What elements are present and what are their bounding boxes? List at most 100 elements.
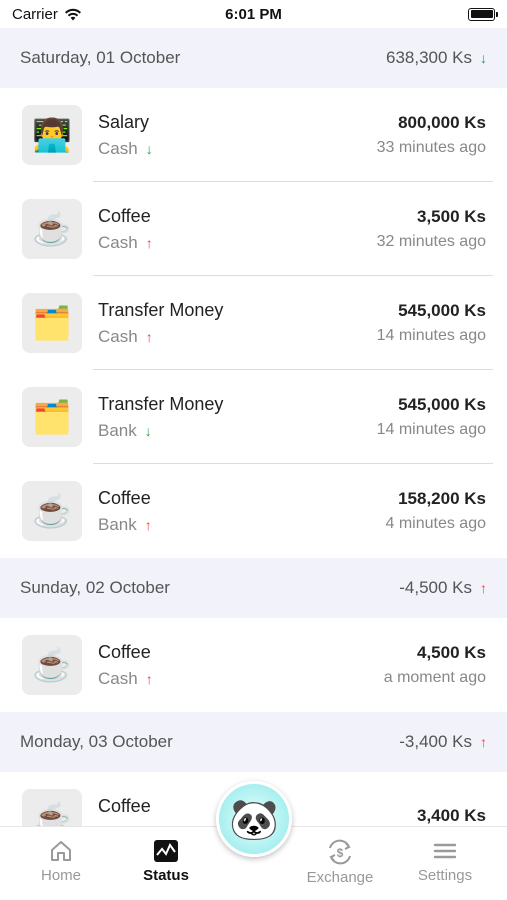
transaction-account: Cash ↑ <box>98 327 377 347</box>
tab-settings-label: Settings <box>417 867 473 884</box>
category-icon: ☕ <box>22 789 82 826</box>
category-icon: ☕ <box>22 635 82 695</box>
transaction-info: Transfer Money Cash ↑ <box>98 300 377 347</box>
transaction-info: Coffee Cash ↑ <box>98 642 384 689</box>
wifi-icon <box>64 8 81 20</box>
section-date: Monday, 03 October <box>20 732 173 751</box>
tab-settings[interactable]: Settings <box>395 839 495 884</box>
transaction-amount: 3,400 Ks <box>417 806 486 825</box>
tab-exchange[interactable]: $ Exchange <box>290 839 390 886</box>
chart-icon <box>154 840 178 862</box>
transaction-info: Coffee Bank ↑ <box>98 488 385 535</box>
category-icon: ☕ <box>22 199 82 259</box>
transaction-row[interactable]: 👨‍💻 Salary Cash ↓ 800,000 Ks 33 minutes ago <box>0 88 507 182</box>
transaction-row[interactable]: ☕ Coffee Cash ↑ 3,500 Ks 32 minutes ago <box>0 182 507 276</box>
section-total: -3,400 Ks ↑ <box>399 732 487 752</box>
arrow-up-icon: ↑ <box>145 670 153 687</box>
arrow-up-icon: ↑ <box>480 734 487 750</box>
carrier-group: Carrier <box>12 6 82 23</box>
transaction-time: a moment ago <box>383 669 486 686</box>
transaction-account: Bank ↓ <box>98 421 377 441</box>
transaction-title: Transfer Money <box>98 299 224 320</box>
section-total-amount: -3,400 Ks <box>399 732 472 751</box>
section-total-amount: 638,300 Ks <box>385 48 472 67</box>
transaction-amount: 545,000 Ks <box>398 301 486 320</box>
transaction-time: 14 minutes ago <box>376 327 486 344</box>
section-total: -4,500 Ks ↑ <box>399 578 487 598</box>
transaction-amount: 3,500 Ks <box>417 207 486 226</box>
transaction-meta: 158,200 Ks 4 minutes ago <box>385 489 486 533</box>
transaction-time: 32 minutes ago <box>376 233 486 250</box>
transaction-account: Cash ↓ <box>98 139 377 159</box>
transaction-title: Coffee <box>98 487 151 508</box>
home-icon <box>51 841 71 861</box>
exchange-icon: $ <box>329 839 351 865</box>
account-label: Bank <box>98 514 137 534</box>
transaction-meta: 3,500 Ks 32 minutes ago <box>377 207 486 251</box>
transaction-meta: 4,500 Ks a moment ago <box>384 643 486 687</box>
arrow-down-icon: ↓ <box>145 140 153 157</box>
account-label: Cash <box>98 232 138 252</box>
transaction-account: Cash ↑ <box>98 669 384 689</box>
transaction-title: Salary <box>98 111 150 132</box>
transaction-info: Coffee Cash ↑ <box>98 206 377 253</box>
transaction-time: 33 minutes ago <box>376 139 486 156</box>
transaction-info: Salary Cash ↓ <box>98 112 377 159</box>
section-header: Saturday, 01 October 638,300 Ks ↓ <box>0 28 507 88</box>
transaction-title: Coffee <box>98 641 151 662</box>
arrow-down-icon: ↓ <box>480 50 487 66</box>
arrow-up-icon: ↑ <box>145 234 153 251</box>
transaction-list[interactable]: Saturday, 01 October 638,300 Ks ↓ 👨‍💻 Salary… <box>0 28 507 826</box>
transaction-amount: 158,200 Ks <box>398 489 486 508</box>
transaction-row[interactable]: ☕ Coffee Cash ↑ 4,500 Ks a moment ago <box>0 618 507 712</box>
arrow-up-icon: ↑ <box>145 328 153 345</box>
transaction-amount: 4,500 Ks <box>417 643 486 662</box>
transaction-meta: 545,000 Ks 14 minutes ago <box>377 301 486 345</box>
transaction-meta: 800,000 Ks 33 minutes ago <box>377 113 486 157</box>
tab-status[interactable]: Status <box>116 839 216 884</box>
svg-text:$: $ <box>337 846 344 860</box>
section-header: Sunday, 02 October -4,500 Ks ↑ <box>0 558 507 618</box>
category-icon: 🗂️ <box>22 293 82 353</box>
transaction-row[interactable]: ☕ Coffee Bank ↑ 158,200 Ks 4 minutes ago <box>0 464 507 558</box>
transaction-account: Cash ↑ <box>98 233 377 253</box>
section-date: Sunday, 02 October <box>20 578 170 597</box>
transaction-row[interactable]: 🗂️ Transfer Money Bank ↓ 545,000 Ks 14 minute… <box>0 370 507 464</box>
section-date: Saturday, 01 October <box>20 48 181 67</box>
transaction-meta: 545,000 Ks 14 minutes ago <box>377 395 486 439</box>
menu-icon <box>433 843 457 859</box>
battery-icon <box>468 7 498 21</box>
section-total-amount: -4,500 Ks <box>399 578 472 597</box>
tab-bar: Home Status 🐼 $ Exchange Settings <box>0 781 507 900</box>
category-icon: ☕ <box>22 481 82 541</box>
tab-exchange-label: Exchange <box>306 869 374 886</box>
section-total: 638,300 Ks ↓ <box>386 48 487 68</box>
section-header: Monday, 03 October -3,400 Ks ↑ <box>0 712 507 772</box>
panda-mascot-icon: 🐼 <box>229 797 279 842</box>
transaction-amount: 800,000 Ks <box>398 113 486 132</box>
transaction-meta: 3,400 Ks <box>417 806 486 826</box>
account-label: Cash <box>98 326 138 346</box>
panda-action-button[interactable]: 🐼 <box>216 781 292 857</box>
transaction-row[interactable]: 🗂️ Transfer Money Cash ↑ 545,000 Ks 14 minute… <box>0 276 507 370</box>
transaction-title: Coffee <box>98 205 151 226</box>
transaction-time: 4 minutes ago <box>385 515 486 532</box>
arrow-up-icon: ↑ <box>144 516 152 533</box>
tab-home[interactable]: Home <box>11 839 111 884</box>
transaction-time: 14 minutes ago <box>376 421 486 438</box>
arrow-down-icon: ↓ <box>144 422 152 439</box>
category-icon: 👨‍💻 <box>22 105 82 165</box>
tab-home-label: Home <box>40 867 81 884</box>
account-label: Bank <box>98 420 137 440</box>
account-label: Cash <box>98 668 138 688</box>
transaction-info: Transfer Money Bank ↓ <box>98 394 377 441</box>
transaction-title: Transfer Money <box>98 393 224 414</box>
transaction-account: Bank ↑ <box>98 515 385 535</box>
arrow-up-icon: ↑ <box>480 580 487 596</box>
account-label: Cash <box>98 138 138 158</box>
tab-status-label: Status <box>143 867 189 884</box>
transaction-amount: 545,000 Ks <box>398 395 486 414</box>
carrier-label: Carrier <box>12 5 58 23</box>
category-icon: 🗂️ <box>22 387 82 447</box>
status-bar: Carrier 6:01 PM <box>0 0 507 28</box>
